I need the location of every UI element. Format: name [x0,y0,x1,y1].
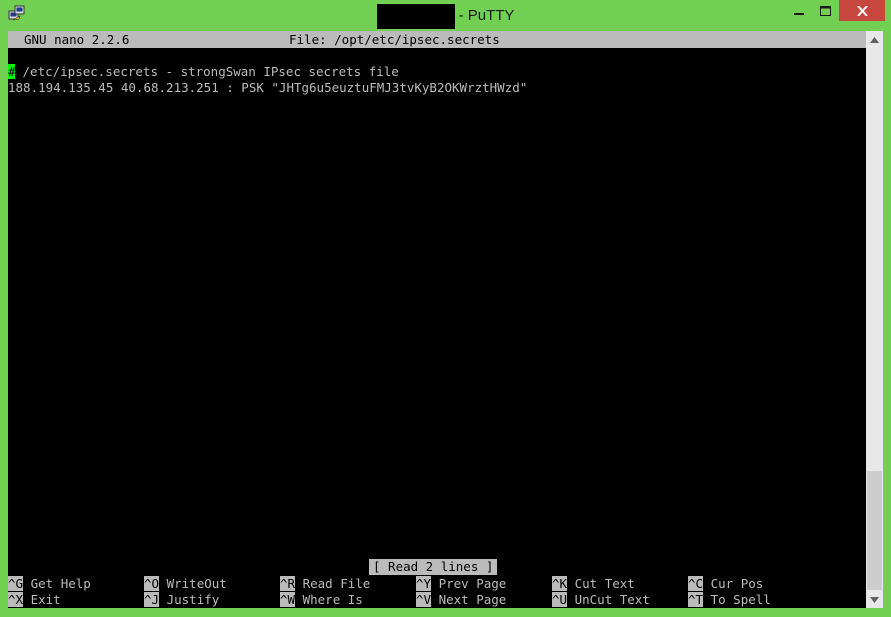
scroll-up-icon [870,36,879,43]
shortcut-read-file[interactable]: ^R Read File [280,576,370,592]
shortcut-label: Get Help [30,576,91,591]
shortcut-label: UnCut Text [574,592,650,607]
title-bar[interactable]: - PuTTY [0,0,891,31]
shortcut-where-is[interactable]: ^W Where Is [280,592,363,608]
nano-header: GNU nano 2.2.6 File: /opt/etc/ipsec.secr… [8,31,866,48]
shortcut-prev-page[interactable]: ^Y Prev Page [416,576,506,592]
close-icon [856,5,868,16]
file-line-1[interactable]: # /etc/ipsec.secrets - strongSwan IPsec … [8,64,399,80]
shortcut-key: ^J [144,592,160,607]
terminal[interactable]: GNU nano 2.2.6 File: /opt/etc/ipsec.secr… [8,31,866,608]
vertical-scrollbar[interactable] [866,31,883,608]
shortcut-uncut-text[interactable]: ^U UnCut Text [552,592,650,608]
shortcut-cur-pos[interactable]: ^C Cur Pos [688,576,763,592]
maximize-icon [819,6,831,16]
scroll-down-icon [870,596,879,603]
window-title-text: - PuTTY [458,7,515,24]
shortcut-key: ^T [688,592,704,607]
shortcut-label: WriteOut [166,576,227,591]
shortcut-key: ^W [280,592,296,607]
file-line-1-text: /etc/ipsec.secrets - strongSwan IPsec se… [15,64,399,79]
shortcut-label: Next Page [438,592,507,607]
shortcut-key: ^K [552,576,568,591]
shortcut-get-help[interactable]: ^G Get Help [8,576,91,592]
shortcut-label: Read File [302,576,371,591]
scroll-thumb[interactable] [867,471,882,590]
shortcut-writeout[interactable]: ^O WriteOut [144,576,227,592]
scroll-up-button[interactable] [866,31,883,48]
close-button[interactable] [839,0,885,21]
text-cursor: # [8,64,16,79]
window-title: - PuTTY [0,0,891,31]
maximize-button[interactable] [808,0,842,22]
shortcut-label: Exit [30,592,61,607]
shortcut-key: ^R [280,576,296,591]
shortcut-label: Cut Text [574,576,635,591]
scroll-down-button[interactable] [866,591,883,608]
redacted-hostname [376,3,455,29]
shortcut-next-page[interactable]: ^V Next Page [416,592,506,608]
minimize-icon [794,13,804,15]
shortcut-to-spell[interactable]: ^T To Spell [688,592,771,608]
nano-version: GNU nano 2.2.6 [24,32,130,47]
shortcut-key: ^X [8,592,24,607]
nano-file-label: File: /opt/etc/ipsec.secrets [289,32,500,47]
shortcut-key: ^U [552,592,568,607]
shortcut-justify[interactable]: ^J Justify [144,592,219,608]
file-line-2[interactable]: 188.194.135.45 40.68.213.251 : PSK "JHTg… [8,80,527,96]
shortcut-key: ^Y [416,576,432,591]
shortcut-key: ^G [8,576,24,591]
status-message: [ Read 2 lines ] [369,559,498,575]
shortcut-label: To Spell [710,592,771,607]
shortcut-label: Justify [166,592,220,607]
shortcut-label: Cur Pos [710,576,764,591]
shortcut-label: Prev Page [438,576,507,591]
shortcut-cut-text[interactable]: ^K Cut Text [552,576,635,592]
shortcut-key: ^O [144,576,160,591]
putty-icon[interactable] [8,5,26,23]
shortcut-exit[interactable]: ^X Exit [8,592,61,608]
shortcut-key: ^V [416,592,432,607]
shortcut-label: Where Is [302,592,363,607]
shortcut-key: ^C [688,576,704,591]
